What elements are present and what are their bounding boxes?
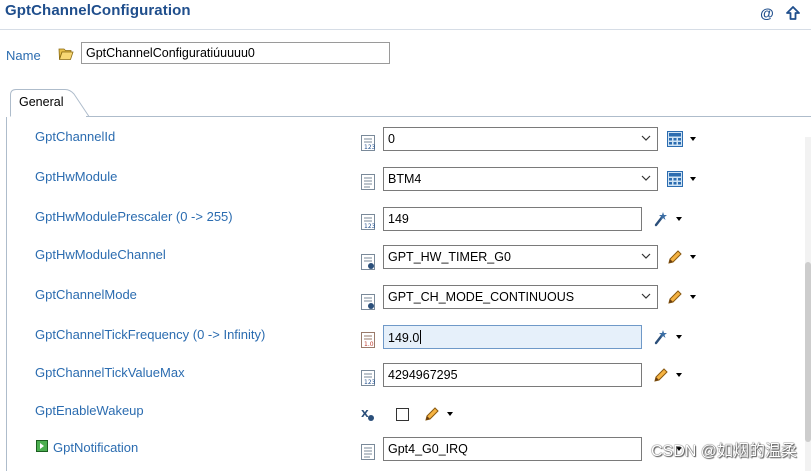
gptchannelid-value: 0 [388,132,395,146]
gpthwmodulechannel-combo[interactable]: GPT_HW_TIMER_G0 [383,245,658,269]
name-input[interactable] [81,42,390,64]
watermark: CSDN @如烟的温柔 [650,443,797,460]
pencil-icon[interactable] [423,405,441,423]
gptchannelmode-label: GptChannelMode [35,287,137,302]
string-param-icon [361,444,375,460]
magic-wand-icon[interactable] [652,328,670,346]
gpthwmoduleprescaler-label: GptHwModulePrescaler (0 -> 255) [35,209,233,224]
float-param-icon: 1.0 [361,332,375,348]
name-label: Name [6,48,41,63]
pencil-icon[interactable] [652,366,670,384]
tab-general[interactable]: General [10,89,90,117]
text-caret [420,330,422,344]
gptchanneltickvaluemax-input[interactable]: 4294967295 [383,363,642,387]
gpthwmodulechannel-label: GptHwModuleChannel [35,247,166,262]
svg-text:1.0: 1.0 [364,341,374,348]
gptchanneltickfrequency-label: GptChannelTickFrequency (0 -> Infinity) [35,327,266,342]
magic-wand-icon[interactable] [652,210,670,228]
dropdown-arrow-icon[interactable] [688,292,698,302]
name-row: Name [0,40,811,66]
gpthwmodule-combo[interactable]: BTM4 [383,167,658,191]
function-ref-icon [36,440,48,452]
dropdown-arrow-icon[interactable] [674,370,684,380]
boolean-param-icon: X [361,409,374,421]
gptnotification-label: GptNotification [53,440,139,455]
gptnotification-value: Gpt4_G0_IRQ [388,442,468,456]
svg-text:123: 123 [364,144,375,151]
chevron-down-icon [641,253,651,259]
gpthwmodule-value: BTM4 [388,172,422,186]
folder-open-icon [58,48,74,60]
pencil-icon[interactable] [666,248,684,266]
derived-param-icon [361,294,375,310]
dropdown-arrow-icon[interactable] [445,409,455,419]
gpthwmodulechannel-value: GPT_HW_TIMER_G0 [388,250,511,264]
gpthwmoduleprescaler-value: 149 [388,212,409,226]
integer-param-icon: 123 [361,214,375,230]
chevron-down-icon [641,175,651,181]
calculator-icon[interactable] [666,130,684,148]
gptchanneltickvaluemax-value: 4294967295 [388,368,458,382]
gptchannelmode-combo[interactable]: GPT_CH_MODE_CONTINUOUS [383,285,658,309]
chevron-down-icon [641,293,651,299]
gpthwmodule-label: GptHwModule [35,169,118,184]
gpthwmoduleprescaler-input[interactable]: 149 [383,207,642,231]
editor-header: GptChannelConfiguration @ [0,0,811,30]
dropdown-arrow-icon[interactable] [688,252,698,262]
scrollbar-thumb[interactable] [805,262,811,442]
gptchannelid-label: GptChannelId [35,129,116,144]
integer-param-icon: 123 [361,370,375,386]
gptenablewakeup-checkbox[interactable] [396,408,409,421]
dropdown-arrow-icon[interactable] [688,134,698,144]
gptchannelid-combo[interactable]: 0 [383,127,658,151]
dropdown-arrow-icon[interactable] [674,214,684,224]
gptchanneltickfrequency-value: 149.0 [388,330,422,345]
dropdown-arrow-icon[interactable] [674,332,684,342]
navigate-up-icon[interactable] [785,5,801,21]
gptchanneltickvaluemax-label: GptChannelTickValueMax [35,365,185,380]
gptenablewakeup-label: GptEnableWakeup [35,403,144,418]
pencil-icon[interactable] [666,288,684,306]
chevron-down-icon [641,135,651,141]
header-toolbar: @ [759,5,801,21]
svg-text:123: 123 [364,223,375,230]
svg-text:X: X [361,409,369,420]
tab-strip: General [6,89,811,117]
gptnotification-input[interactable]: Gpt4_G0_IRQ [383,437,642,461]
calculator-icon[interactable] [666,170,684,188]
integer-param-icon: 123 [361,135,375,151]
tab-general-label: General [19,95,64,109]
gptchannelmode-value: GPT_CH_MODE_CONTINUOUS [388,290,575,304]
derived-param-icon [361,254,375,270]
dropdown-arrow-icon[interactable] [688,174,698,184]
at-sign-icon[interactable]: @ [759,5,775,21]
enum-param-icon [361,174,375,190]
page-title: GptChannelConfiguration [5,2,191,19]
gptchanneltickfrequency-input[interactable]: 149.0 [383,325,642,349]
svg-text:123: 123 [364,379,375,386]
